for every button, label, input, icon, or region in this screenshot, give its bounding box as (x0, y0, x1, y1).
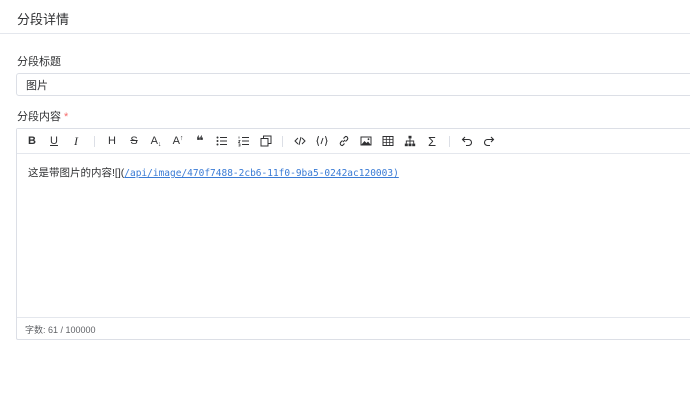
page-title: 分段详情 (17, 12, 70, 27)
quote-button[interactable]: ❝ (191, 132, 209, 150)
editor-content[interactable]: 这是带图片的内容![](/api/image/470f7488-2cb6-11f… (17, 154, 690, 317)
bold-button[interactable]: B (23, 132, 41, 150)
code-block-icon (316, 136, 328, 146)
image-icon (360, 136, 372, 146)
toolbar-separator (449, 136, 450, 147)
copy-icon (260, 135, 272, 147)
code-block-button[interactable] (313, 132, 331, 150)
segment-content-label: 分段内容 * (17, 108, 68, 124)
content-line: 这是带图片的内容![](/api/image/470f7488-2cb6-11f… (28, 165, 399, 180)
undo-icon (461, 136, 472, 147)
mindmap-button[interactable] (401, 132, 419, 150)
image-button[interactable] (357, 132, 375, 150)
superscript-arrow-icon: ↑ (179, 134, 184, 142)
editor-toolbar: B U I H S A ↓ A ↑ ❝ Σ (17, 129, 690, 154)
segment-title-label: 分段标题 (17, 56, 61, 68)
content-link-close: ) (393, 168, 399, 179)
table-icon (382, 136, 394, 146)
hierarchy-icon (404, 135, 416, 147)
italic-button[interactable]: I (67, 132, 85, 150)
bullet-list-button[interactable] (213, 132, 231, 150)
content-text: 这是带图片的内容![]( (28, 167, 125, 179)
ordered-list-button[interactable] (235, 132, 253, 150)
subscript-letter: A (150, 135, 158, 147)
segment-title-input[interactable] (17, 74, 690, 95)
segment-title-field[interactable] (16, 73, 690, 96)
subscript-arrow-icon: ↓ (157, 140, 162, 148)
link-icon (339, 135, 349, 147)
table-button[interactable] (379, 132, 397, 150)
formula-button[interactable]: Σ (423, 132, 441, 150)
panel-header: 分段详情 (0, 0, 690, 34)
content-image-link[interactable]: /api/image/470f7488-2cb6-11f0-9ba5-0242a… (124, 168, 393, 179)
redo-button[interactable] (480, 132, 498, 150)
subscript-button[interactable]: A ↓ (147, 132, 165, 150)
required-mark: * (64, 111, 69, 123)
superscript-button[interactable]: A ↑ (169, 132, 187, 150)
link-button[interactable] (335, 132, 353, 150)
toolbar-separator (282, 136, 283, 147)
undo-button[interactable] (458, 132, 476, 150)
toolbar-separator (94, 136, 95, 147)
superscript-letter: A (172, 135, 180, 147)
editor-statusbar: 字数: 61 / 100000 (17, 317, 690, 339)
ordered-list-icon (238, 136, 249, 147)
copy-button[interactable] (257, 132, 275, 150)
redo-icon (484, 136, 495, 147)
strikethrough-button[interactable]: S (125, 132, 143, 150)
inline-code-button[interactable] (291, 132, 309, 150)
heading-button[interactable]: H (103, 132, 121, 150)
underline-button[interactable]: U (45, 132, 63, 150)
word-count: 字数: 61 / 100000 (25, 325, 96, 335)
segment-content-label-text: 分段内容 (17, 111, 61, 123)
bullet-list-icon (216, 136, 227, 146)
markdown-editor[interactable]: B U I H S A ↓ A ↑ ❝ Σ 这是带图片的内容![](/api/i… (16, 128, 690, 340)
code-icon (294, 136, 306, 146)
